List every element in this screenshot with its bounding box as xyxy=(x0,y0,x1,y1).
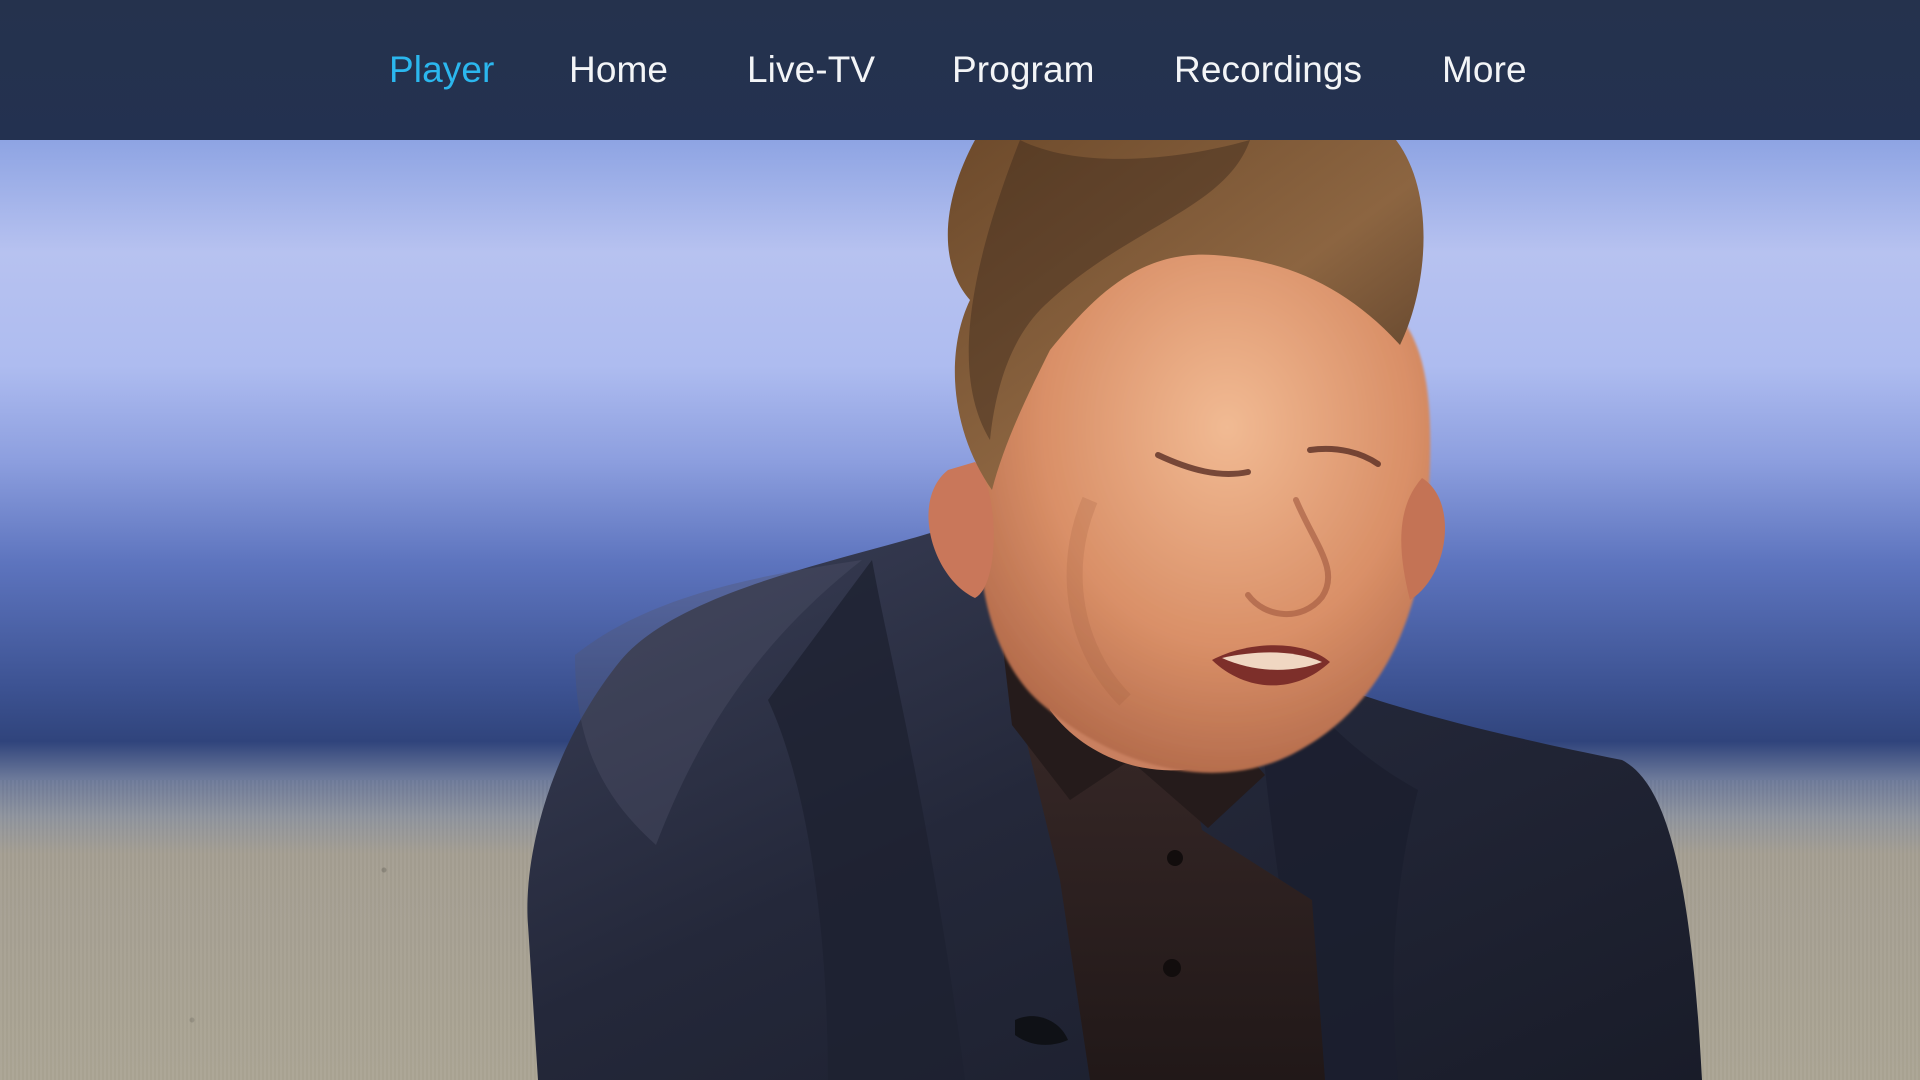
tab-player[interactable]: Player xyxy=(389,45,494,95)
tab-more[interactable]: More xyxy=(1442,45,1527,95)
tv-player-screen: Player Home Live-TV Program Recordings M… xyxy=(0,0,1920,1080)
tab-program[interactable]: Program xyxy=(952,45,1095,95)
top-navigation-bar: Player Home Live-TV Program Recordings M… xyxy=(0,0,1920,140)
tab-live-tv[interactable]: Live-TV xyxy=(747,45,875,95)
video-player-area[interactable] xyxy=(0,140,1920,1080)
tab-recordings[interactable]: Recordings xyxy=(1174,45,1362,95)
navigation-tabs: Player Home Live-TV Program Recordings M… xyxy=(0,0,1920,140)
video-frame-illustration xyxy=(527,140,1703,1080)
shirt-button xyxy=(1163,959,1181,977)
tab-home[interactable]: Home xyxy=(569,45,668,95)
shirt-button-upper xyxy=(1167,850,1183,866)
